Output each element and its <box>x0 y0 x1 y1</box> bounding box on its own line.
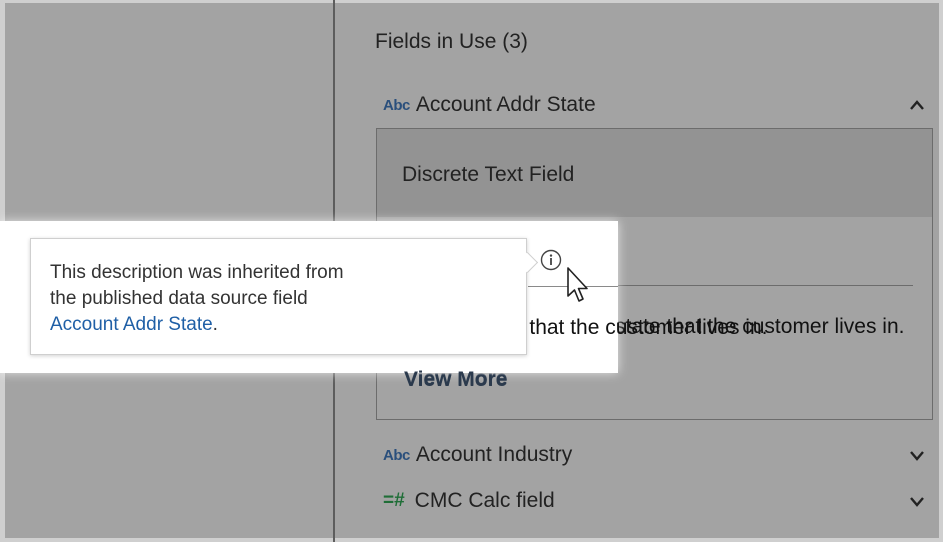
field-kind-header: Discrete Text Field <box>377 129 932 217</box>
field-row-account-industry[interactable]: Abc Account Industry <box>383 440 928 470</box>
tooltip-line-3: Account Addr State. <box>50 312 510 338</box>
chevron-down-icon[interactable] <box>906 490 928 512</box>
source-field-link[interactable]: Account Addr State <box>50 314 213 335</box>
string-type-icon: Abc <box>383 96 410 114</box>
fields-in-use-title: Fields in Use (3) <box>375 30 528 53</box>
view-more-link-highlighted[interactable]: View More <box>404 368 507 392</box>
field-name: CMC Calc field <box>414 489 555 512</box>
info-icon[interactable] <box>540 249 562 271</box>
description-divider <box>617 285 913 286</box>
field-kind-label: Discrete Text Field <box>402 163 575 186</box>
chevron-up-icon[interactable] <box>906 94 928 116</box>
right-edge <box>939 0 943 542</box>
inherited-description-tooltip: This description was inherited from the … <box>30 238 527 355</box>
tooltip-period: . <box>212 314 218 335</box>
field-row-account-addr-state[interactable]: Abc Account Addr State <box>383 90 928 120</box>
field-name: Account Industry <box>415 443 573 466</box>
string-type-icon: Abc <box>383 446 410 464</box>
top-edge <box>0 0 943 3</box>
calculated-number-icon: =# <box>383 490 405 511</box>
bottom-edge <box>0 538 943 542</box>
pointer-cursor-icon <box>566 266 592 306</box>
tooltip-line-2: the published data source field <box>50 288 308 309</box>
chevron-down-icon[interactable] <box>906 444 928 466</box>
tooltip-text: This description was inherited from the … <box>50 260 510 338</box>
field-row-cmc-calc-field[interactable]: =# CMC Calc field <box>383 486 928 516</box>
field-name: Account Addr State <box>415 93 596 116</box>
tooltip-line-1: This description was inherited from <box>50 262 344 283</box>
